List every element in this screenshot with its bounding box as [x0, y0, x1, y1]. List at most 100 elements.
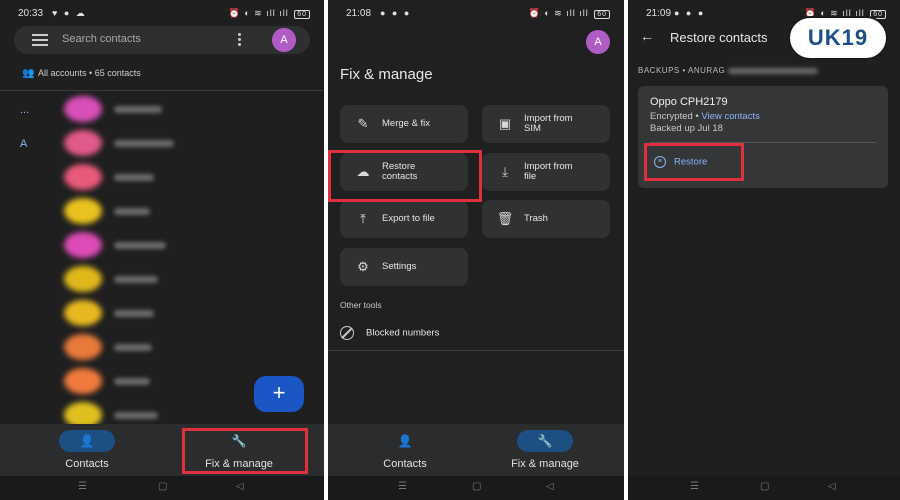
brand-logo: UK19 — [788, 16, 888, 60]
card-label: Settings — [382, 261, 417, 272]
backups-label: BACKUPS • ANURAG — [638, 66, 726, 75]
notification-icons: ♥ ● ☁ — [52, 8, 87, 18]
import-sim-icon: ▣ — [498, 116, 512, 131]
settings-button[interactable]: ⚙ Settings — [340, 248, 468, 286]
contact-name-redacted[interactable] — [114, 310, 154, 317]
section-heading: Other tools — [340, 300, 382, 310]
contact-name-redacted[interactable] — [114, 344, 152, 351]
battery-icon: 60 — [294, 10, 310, 19]
device-name: Oppo CPH2179 — [650, 96, 728, 108]
highlight-box — [182, 428, 308, 474]
back-icon[interactable]: ◁ — [546, 481, 554, 492]
card-label: SIM — [524, 123, 541, 134]
view-contacts-link[interactable]: View contacts — [701, 111, 759, 122]
section-letter: A — [20, 138, 28, 150]
contact-name-redacted[interactable] — [114, 208, 150, 215]
page-title: Fix & manage — [340, 66, 433, 83]
divider — [0, 90, 324, 91]
home-icon[interactable]: ▢ — [472, 481, 481, 492]
contact-name-redacted[interactable] — [114, 106, 162, 113]
divider — [328, 350, 624, 351]
card-label: Merge & fix — [382, 118, 431, 129]
merge-fix-button[interactable]: ✎ Merge & fix — [340, 105, 468, 143]
encryption-status: Encrypted • View contacts — [650, 111, 760, 122]
people-icon: 👥 — [22, 68, 35, 79]
restore-contacts-screen: 21:09 ● ● ● ⏰ ◐ ≋ ıll ıll 60 ← Restore c… — [628, 0, 900, 500]
avatar[interactable]: A — [272, 28, 296, 52]
contact-avatar[interactable] — [64, 96, 102, 122]
nav-contacts[interactable]: 👤 Contacts — [340, 424, 470, 470]
status-time: 20:33 — [18, 8, 44, 19]
redacted-email — [728, 67, 818, 74]
trash-icon: 🗑 — [496, 211, 514, 226]
contact-avatar[interactable] — [64, 368, 102, 394]
system-icons: ⏰ ◐ ≋ ıll ıll 60 — [529, 8, 610, 19]
import-sim-button[interactable]: ▣ Import from SIM — [482, 105, 610, 143]
contact-name-redacted[interactable] — [114, 242, 166, 249]
contact-name-redacted[interactable] — [114, 276, 158, 283]
menu-icon[interactable] — [32, 34, 48, 46]
encrypted-label: Encrypted • — [650, 111, 699, 122]
battery-icon: 60 — [594, 10, 610, 19]
import-file-button[interactable]: ⤓ Import from file — [482, 153, 610, 191]
export-icon: ⤒ — [360, 211, 366, 226]
notification-icons: ● ● ● — [674, 8, 706, 18]
backup-date: Backed up Jul 18 — [650, 123, 723, 134]
contact-avatar[interactable] — [64, 266, 102, 292]
more-options-icon[interactable] — [238, 33, 242, 48]
export-file-button[interactable]: ⤒ Export to file — [340, 200, 468, 238]
system-navigation: ☰ ▢ ◁ — [0, 476, 324, 500]
nav-fix-manage[interactable]: 🔧 Fix & manage — [480, 424, 610, 470]
search-bar[interactable]: Search contacts A — [14, 26, 310, 54]
blocked-label: Blocked numbers — [366, 327, 440, 339]
highlight-box — [328, 150, 482, 202]
contact-name-redacted[interactable] — [114, 174, 154, 181]
recents-icon[interactable]: ☰ — [690, 481, 699, 492]
contact-name-redacted[interactable] — [114, 378, 150, 385]
search-input[interactable]: Search contacts — [62, 33, 141, 45]
system-navigation: ☰ ▢ ◁ — [628, 476, 900, 500]
status-bar: 20:33 ♥ ● ☁ ⏰ ◐ ≋ ıll ıll 60 — [0, 0, 324, 28]
back-icon[interactable]: ◁ — [828, 481, 836, 492]
contacts-screen: 20:33 ♥ ● ☁ ⏰ ◐ ≋ ıll ıll 60 Search cont… — [0, 0, 324, 500]
system-icons: ⏰ ◐ ≋ ıll ıll 60 — [229, 8, 310, 19]
card-label: file — [524, 171, 537, 182]
avatar[interactable]: A — [586, 30, 610, 54]
blocked-numbers-item[interactable]: Blocked numbers — [340, 326, 439, 340]
contact-name-redacted[interactable] — [114, 412, 158, 419]
nav-fix-label: Fix & manage — [511, 458, 579, 470]
back-arrow-icon[interactable]: ← — [640, 28, 654, 44]
person-icon: 👤 — [59, 430, 115, 452]
card-label: Trash — [524, 213, 548, 224]
recents-icon[interactable]: ☰ — [78, 481, 87, 492]
status-time: 21:08 — [346, 8, 372, 19]
recents-icon[interactable]: ☰ — [398, 481, 407, 492]
accounts-filter[interactable]: 👥 All accounts • 65 contacts — [22, 68, 141, 79]
contact-avatar[interactable] — [64, 300, 102, 326]
nav-contacts-label: Contacts — [65, 458, 109, 470]
contact-avatar[interactable] — [64, 164, 102, 190]
contact-avatar[interactable] — [64, 130, 102, 156]
contact-avatar[interactable] — [64, 334, 102, 360]
contact-avatar[interactable] — [64, 232, 102, 258]
add-contact-button[interactable]: + — [254, 376, 304, 412]
nav-contacts[interactable]: 👤 Contacts — [22, 424, 152, 470]
nav-contacts-label: Contacts — [383, 458, 427, 470]
screenshot-collage: 20:33 ♥ ● ☁ ⏰ ◐ ≋ ıll ıll 60 Search cont… — [0, 0, 900, 500]
card-label: Export to file — [382, 213, 435, 224]
status-bar: 21:08 ● ● ● ⏰ ◐ ≋ ıll ıll 60 — [328, 0, 624, 28]
fix-manage-screen: 21:08 ● ● ● ⏰ ◐ ≋ ıll ıll 60 A Fix & man… — [328, 0, 624, 500]
wrench-icon: 🔧 — [517, 430, 573, 452]
accounts-label: All accounts • 65 contacts — [38, 68, 141, 78]
home-icon[interactable]: ▢ — [158, 481, 167, 492]
import-file-icon: ⤓ — [502, 164, 508, 179]
section-letter: ... — [20, 104, 30, 116]
contact-name-redacted[interactable] — [114, 140, 174, 147]
highlight-box — [644, 143, 744, 181]
status-time: 21:09 — [646, 8, 672, 19]
back-icon[interactable]: ◁ — [236, 481, 244, 492]
home-icon[interactable]: ▢ — [760, 481, 769, 492]
trash-button[interactable]: 🗑 Trash — [482, 200, 610, 238]
contact-avatar[interactable] — [64, 198, 102, 224]
person-icon: 👤 — [397, 434, 413, 448]
